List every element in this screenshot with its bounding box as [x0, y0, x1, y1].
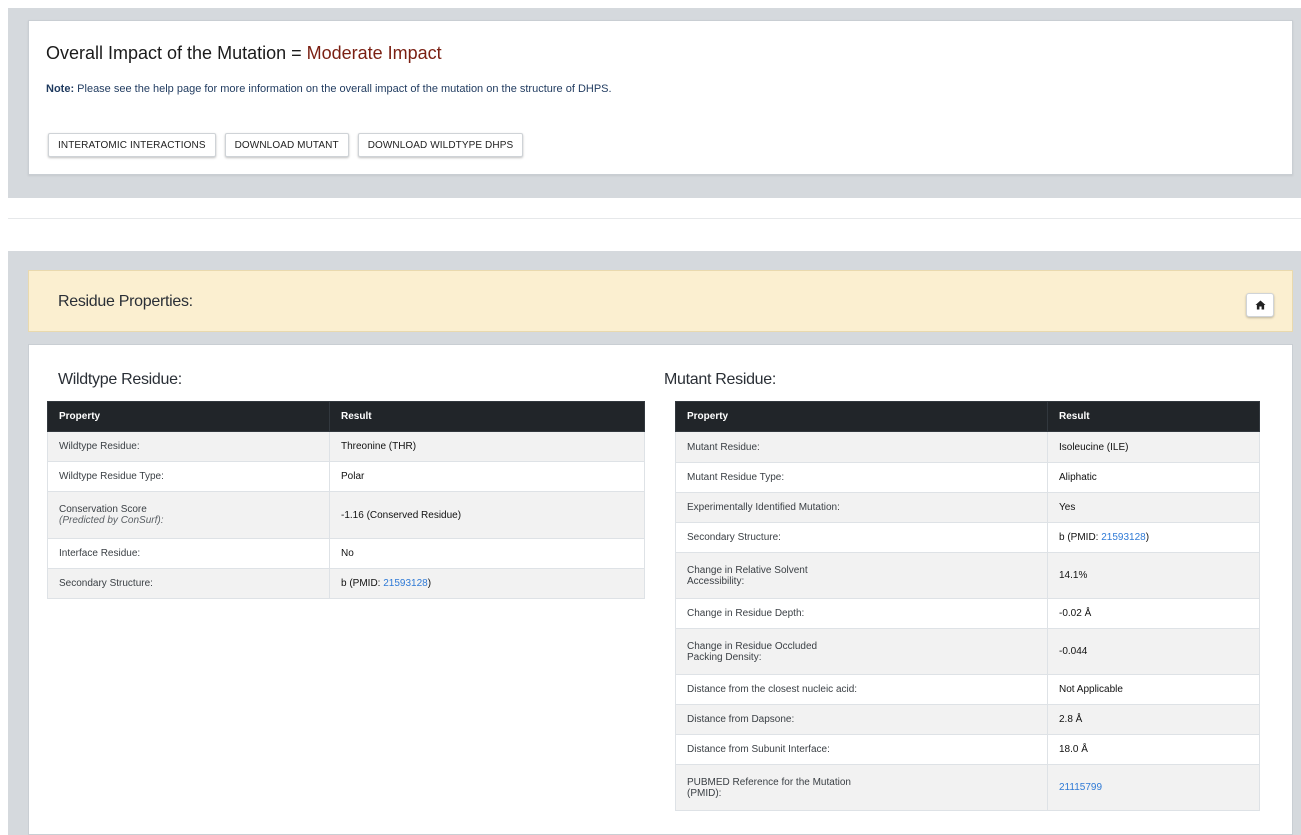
- result-cell: 14.1%: [1047, 552, 1260, 599]
- impact-value: Moderate Impact: [306, 43, 442, 63]
- property-cell: Distance from Subunit Interface:: [675, 734, 1048, 765]
- property-cell: Change in Residue Depth:: [675, 598, 1048, 629]
- result-cell: -0.02 Å: [1047, 598, 1260, 629]
- table-row: Distance from Subunit Interface: 18.0 Å: [675, 734, 1260, 765]
- property-text-line2: Packing Density:: [687, 651, 762, 663]
- wildtype-title: Wildtype Residue:: [58, 371, 182, 388]
- property-cell: Experimentally Identified Mutation:: [675, 492, 1048, 523]
- action-buttons: INTERATOMIC INTERACTIONS DOWNLOAD MUTANT…: [48, 133, 524, 157]
- result-prefix: b (PMID:: [341, 578, 384, 589]
- property-text: Change in Residue Occluded: [687, 640, 818, 652]
- result-cell: b (PMID: 21593128): [329, 568, 645, 599]
- property-text: Change in Relative Solvent: [687, 564, 808, 576]
- wildtype-table: Property Result Wildtype Residue: Threon…: [47, 401, 645, 599]
- table-row: Mutant Residue Type: Aliphatic: [675, 462, 1260, 493]
- property-cell: Change in Relative Solvent Accessibility:: [675, 552, 1048, 599]
- result-cell: Polar: [329, 461, 645, 492]
- result-cell: -0.044: [1047, 628, 1260, 675]
- property-text: PUBMED Reference for the Mutation: [687, 776, 851, 788]
- impact-card: Overall Impact of the Mutation = Moderat…: [28, 20, 1293, 175]
- table-row: Change in Residue Depth: -0.02 Å: [675, 598, 1260, 629]
- result-cell: Aliphatic: [1047, 462, 1260, 493]
- mutant-title: Mutant Residue:: [664, 371, 777, 388]
- result-cell: No: [329, 538, 645, 569]
- download-wildtype-button[interactable]: DOWNLOAD WILDTYPE DHPS: [357, 133, 524, 157]
- property-cell: Secondary Structure:: [47, 568, 330, 599]
- property-subtext: (Predicted by ConSurf):: [59, 515, 164, 526]
- impact-note: Note: Please see the help page for more …: [46, 83, 612, 95]
- table-row: Secondary Structure: b (PMID: 21593128): [47, 568, 645, 599]
- note-label: Note:: [46, 83, 75, 95]
- residue-properties-title: Residue Properties:: [58, 293, 193, 310]
- residue-properties-header: Residue Properties:: [28, 270, 1293, 332]
- note-text: Please see the help page for more inform…: [74, 83, 612, 95]
- pmid-link[interactable]: 21593128: [383, 578, 428, 589]
- table-row: Experimentally Identified Mutation: Yes: [675, 492, 1260, 523]
- result-cell: b (PMID: 21593128): [1047, 522, 1260, 553]
- property-cell: Interface Residue:: [47, 538, 330, 569]
- result-cell: 18.0 Å: [1047, 734, 1260, 765]
- property-cell: Mutant Residue Type:: [675, 462, 1048, 493]
- table-header-row: Property Result: [47, 401, 645, 432]
- property-cell: Conservation Score (Predicted by ConSurf)…: [47, 491, 330, 539]
- property-text-line2: (PMID):: [687, 787, 722, 799]
- impact-title-label: Overall Impact of the Mutation =: [46, 43, 307, 63]
- property-cell: Distance from Dapsone:: [675, 704, 1048, 735]
- table-row: Wildtype Residue: Threonine (THR): [47, 431, 645, 462]
- interatomic-interactions-button[interactable]: INTERATOMIC INTERACTIONS: [48, 133, 216, 157]
- table-row: Conservation Score (Predicted by ConSurf)…: [47, 491, 645, 539]
- property-cell: Distance from the closest nucleic acid:: [675, 674, 1048, 705]
- header-property: Property: [47, 401, 330, 432]
- table-row: Interface Residue: No: [47, 538, 645, 569]
- table-row: Change in Relative Solvent Accessibility:…: [675, 552, 1260, 599]
- header-property: Property: [675, 401, 1048, 432]
- header-result: Result: [1047, 401, 1260, 432]
- home-button[interactable]: [1246, 293, 1274, 317]
- result-prefix: b (PMID:: [1059, 532, 1102, 543]
- result-cell: Threonine (THR): [329, 431, 645, 462]
- result-cell: 2.8 Å: [1047, 704, 1260, 735]
- table-header-row: Property Result: [675, 401, 1260, 432]
- property-cell: PUBMED Reference for the Mutation (PMID):: [675, 764, 1048, 811]
- table-row: Distance from Dapsone: 2.8 Å: [675, 704, 1260, 735]
- result-cell: Not Applicable: [1047, 674, 1260, 705]
- property-cell: Wildtype Residue:: [47, 431, 330, 462]
- result-cell: Yes: [1047, 492, 1260, 523]
- table-row: PUBMED Reference for the Mutation (PMID):…: [675, 764, 1260, 811]
- result-cell: -1.16 (Conserved Residue): [329, 491, 645, 539]
- result-suffix: ): [427, 578, 432, 589]
- section-divider: [8, 218, 1301, 219]
- table-row: Distance from the closest nucleic acid: …: [675, 674, 1260, 705]
- table-row: Secondary Structure: b (PMID: 21593128): [675, 522, 1260, 553]
- property-cell: Change in Residue Occluded Packing Densit…: [675, 628, 1048, 675]
- table-row: Wildtype Residue Type: Polar: [47, 461, 645, 492]
- property-cell: Wildtype Residue Type:: [47, 461, 330, 492]
- table-row: Change in Residue Occluded Packing Densit…: [675, 628, 1260, 675]
- property-cell: Mutant Residue:: [675, 431, 1048, 463]
- download-mutant-button[interactable]: DOWNLOAD MUTANT: [224, 133, 349, 157]
- result-suffix: ): [1145, 532, 1150, 543]
- property-text: Conservation Score: [59, 504, 147, 515]
- pubmed-link[interactable]: 21115799: [1059, 782, 1102, 793]
- result-cell: Isoleucine (ILE): [1047, 431, 1260, 463]
- mutant-table: Property Result Mutant Residue: Isoleuci…: [675, 401, 1260, 811]
- property-text-line2: Accessibility:: [687, 575, 745, 587]
- property-cell: Secondary Structure:: [675, 522, 1048, 553]
- result-cell: 21115799: [1047, 764, 1260, 811]
- pmid-link[interactable]: 21593128: [1101, 532, 1146, 543]
- header-result: Result: [329, 401, 645, 432]
- table-row: Mutant Residue: Isoleucine (ILE): [675, 431, 1260, 463]
- home-icon: [1255, 300, 1265, 310]
- impact-title: Overall Impact of the Mutation = Moderat…: [46, 43, 442, 64]
